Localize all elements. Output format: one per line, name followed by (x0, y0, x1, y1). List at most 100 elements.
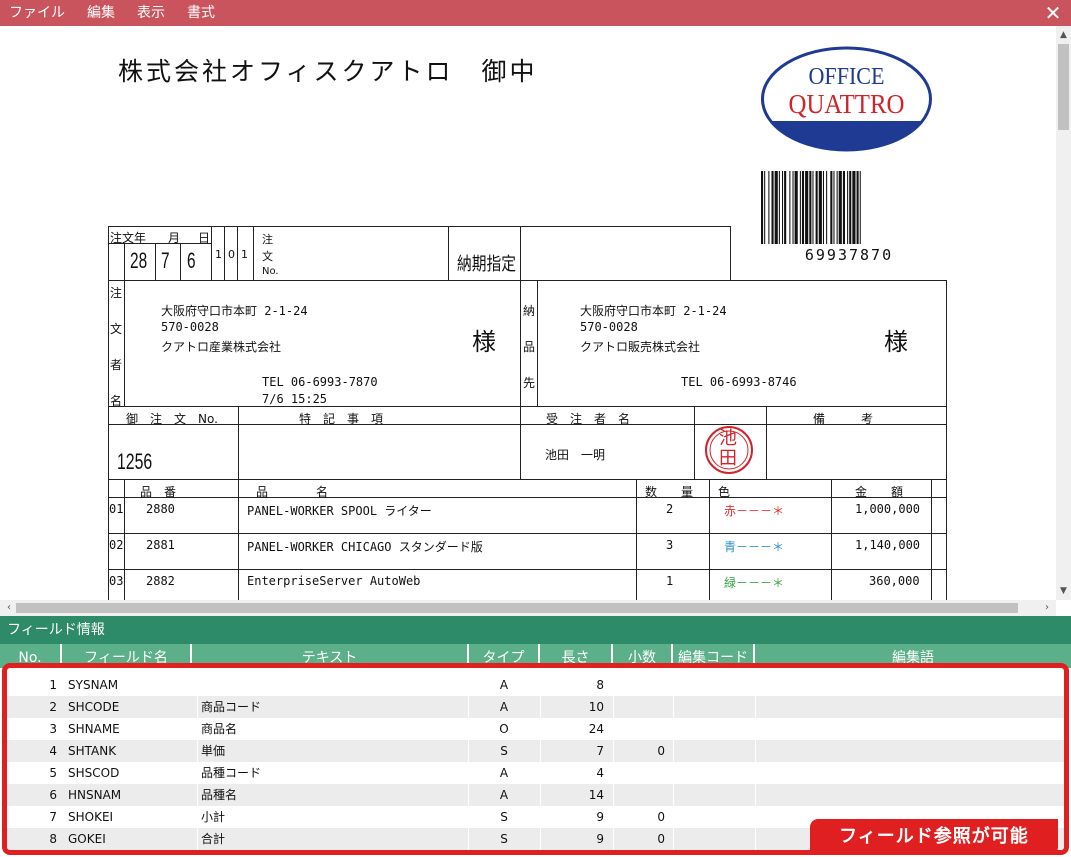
field-cell-decimal (613, 696, 665, 718)
field-cell-decimal: 0 (657, 744, 665, 758)
menu-view[interactable]: 表示 (127, 0, 177, 26)
field-cell-length: 7 (596, 744, 604, 758)
menu-file[interactable]: ファイル (0, 0, 77, 26)
horizontal-scroll-thumb[interactable] (16, 603, 1018, 613)
field-info-title: フィールド情報 (0, 616, 1071, 644)
date-label-day: 日 (198, 231, 211, 245)
field-cell-field-name: SHSCOD (68, 766, 120, 780)
item-row-3-code: 2882 (146, 574, 175, 588)
items-header-color: 色 (718, 485, 731, 499)
date-label-year: 注文年 (110, 231, 147, 245)
field-cell-type: O (499, 722, 509, 736)
field-cell-decimal (613, 674, 665, 696)
orderer-honorific: 様 (472, 328, 496, 356)
field-row[interactable]: 5 SHSCOD 品種コード A 4 (7, 762, 1064, 784)
menu-format[interactable]: 書式 (177, 0, 227, 26)
field-row[interactable]: 3 SHNAME 商品名 O 24 (7, 718, 1064, 740)
column-separator (540, 740, 541, 762)
stamp-char-1: 池 (719, 428, 737, 449)
scroll-up-icon[interactable]: ▲ (1056, 28, 1071, 42)
item-row-1-code: 2880 (146, 502, 175, 516)
column-separator (755, 740, 756, 762)
delivery-spec-label: 納期指定 (457, 254, 517, 275)
stamp-char-2: 田 (719, 448, 737, 469)
column-separator (673, 784, 674, 806)
column-separator (755, 784, 756, 806)
item-row-2-no: 02 (109, 538, 124, 552)
delivery-honorific: 様 (884, 328, 908, 356)
field-cell-no: 6 (49, 788, 57, 802)
column-separator (613, 762, 614, 784)
column-separator (197, 740, 198, 762)
column-separator (197, 784, 198, 806)
field-cell-text: 商品コード (201, 700, 262, 714)
field-cell-decimal (613, 784, 665, 806)
horizontal-scrollbar[interactable]: ‹ › (0, 600, 1056, 616)
header-notes: 備 考 (813, 412, 874, 426)
item-row-1-qty: 2 (666, 502, 674, 516)
field-cell-type: A (499, 766, 509, 780)
order-no-label-3: No. (262, 266, 279, 277)
close-icon[interactable]: ✕ (1043, 2, 1063, 24)
field-row[interactable]: 6 HNSNAM 品種名 A 14 (7, 784, 1064, 806)
items-header-code: 品 番 (140, 485, 177, 499)
field-cell-type: S (500, 810, 508, 824)
column-separator (197, 696, 198, 718)
items-header-qty: 数 量 (645, 485, 694, 499)
field-row[interactable]: 2 SHCODE 商品コード A 10 (7, 696, 1064, 718)
delivery-zip: 570-0028 (580, 320, 638, 334)
field-cell-decimal: 0 (657, 832, 665, 846)
column-separator (673, 762, 674, 784)
order-number: 1256 (117, 449, 153, 474)
orderer-address: 大阪府守口市本町 2-1-24 (161, 304, 308, 318)
items-header-name: 品 名 (256, 485, 329, 499)
field-cell-decimal (613, 762, 665, 784)
field-cell-length: 9 (596, 832, 604, 846)
header-remarks: 特 記 事 項 (299, 412, 384, 426)
menu-bar: ファイル 編集 表示 書式 ✕ (0, 0, 1071, 26)
orderer-datetime: 7/6 15:25 (262, 392, 328, 406)
column-separator (468, 740, 469, 762)
field-cell-text: 商品名 (201, 722, 238, 736)
column-separator (197, 674, 198, 696)
column-separator (540, 718, 541, 740)
scroll-right-icon[interactable]: › (1040, 600, 1054, 616)
field-reference-badge: フィールド参照が可能 (810, 819, 1058, 855)
field-cell-decimal (613, 718, 665, 740)
field-cell-text: 品種名 (201, 788, 238, 802)
menu-edit[interactable]: 編集 (77, 0, 127, 26)
field-cell-field-name: SHOKEI (68, 810, 114, 824)
field-row[interactable]: 4 SHTANK 単価 S 7 0 (7, 740, 1064, 762)
document-page: 株式会社オフィスクアトロ 御中 OFFICE QUATTRO 69937870 (0, 26, 1056, 600)
field-cell-decimal: 0 (657, 810, 665, 824)
column-separator (673, 718, 674, 740)
field-cell-no: 5 (49, 766, 57, 780)
vertical-scrollbar[interactable]: ▲ ▼ (1056, 26, 1071, 600)
order-no-label-2: 文 (262, 250, 273, 263)
column-separator (755, 806, 756, 828)
column-separator (197, 718, 198, 740)
field-cell-no: 2 (49, 700, 57, 714)
scroll-down-icon[interactable]: ▼ (1056, 584, 1071, 598)
column-separator (673, 674, 674, 696)
item-row-2-amount: 1,140,000 (855, 538, 921, 552)
item-row-2-color: 青－－－＊ (724, 540, 785, 554)
column-separator (755, 674, 756, 696)
date-label-month: 月 (168, 231, 181, 245)
column-separator (613, 674, 614, 696)
field-cell-field-name: SHCODE (68, 700, 120, 714)
scroll-left-icon[interactable]: ‹ (2, 600, 16, 616)
column-separator (540, 696, 541, 718)
item-row-1-name: PANEL-WORKER SPOOL ライター (247, 504, 432, 518)
field-row[interactable]: 1 SYSNAM A 8 (7, 674, 1064, 696)
order-day: 6 (187, 248, 196, 273)
column-separator (468, 674, 469, 696)
receiver-name: 池田 一明 (545, 448, 606, 462)
field-cell-field-name: SHNAME (68, 722, 120, 736)
vertical-scroll-thumb[interactable] (1058, 44, 1069, 130)
field-cell-type: A (499, 700, 509, 714)
orderer-side-label-4: 名 (110, 394, 123, 408)
column-separator (540, 784, 541, 806)
field-cell-no: 7 (49, 810, 57, 824)
column-separator (755, 718, 756, 740)
